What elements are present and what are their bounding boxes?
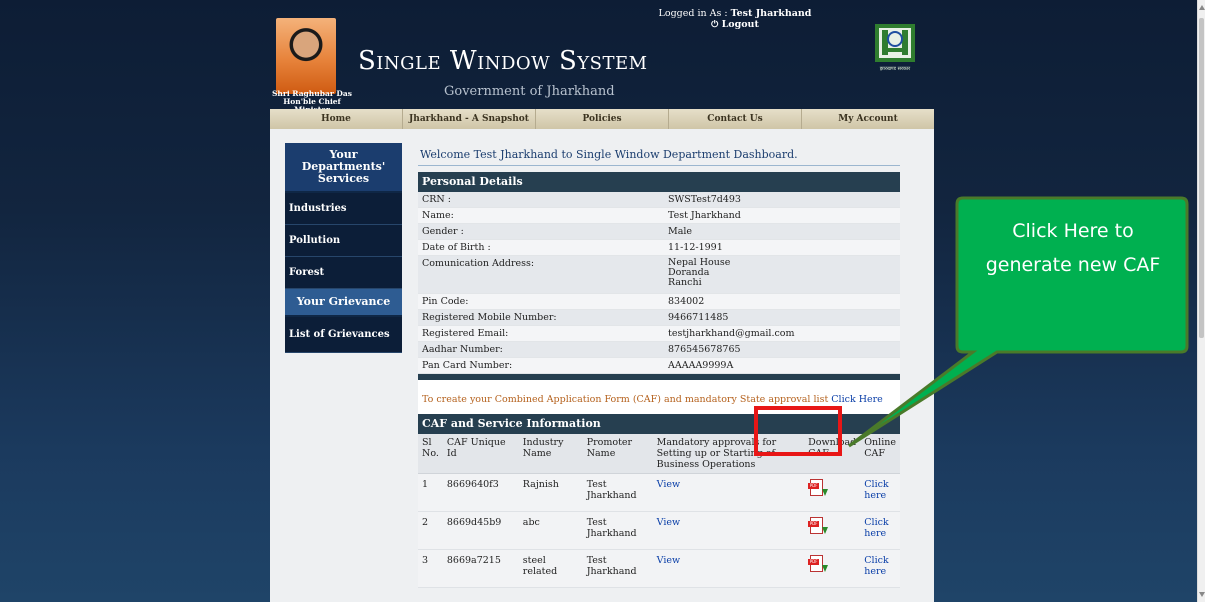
cell-caf-id: 8669640f3 [442, 473, 519, 512]
table-row: Name: Test Jharkhand [418, 207, 900, 224]
pdf-download-icon[interactable]: PDF [808, 479, 829, 499]
logout-label: Logout [721, 19, 759, 30]
field-label: CRN : [418, 192, 664, 208]
table-row: Gender : Male [418, 223, 900, 240]
callout-text: Click Here to generate new CAF [985, 220, 1161, 276]
field-label: Comunication Address: [418, 255, 664, 294]
cell-caf-id: 8669d45b9 [442, 511, 519, 550]
view-approvals-link[interactable]: View [657, 555, 681, 566]
field-label: Pin Code: [418, 293, 664, 310]
field-label: Registered Mobile Number: [418, 309, 664, 326]
table-row: Aadhar Number: 876545678765 [418, 341, 900, 358]
table-row: Pan Card Number: AAAAA9999A [418, 357, 900, 374]
col-caf-id: CAF Unique Id [442, 434, 519, 474]
cell-promoter: Test Jharkhand [582, 511, 653, 550]
online-caf-link[interactable]: Click here [864, 479, 888, 501]
sidebar-item-forest[interactable]: Forest [285, 257, 402, 289]
sidebar-header-grievance: Your Grievance [285, 289, 402, 317]
nav-contact-us[interactable]: Contact Us [669, 109, 802, 129]
online-caf-link[interactable]: Click here [864, 517, 888, 539]
nav-policies[interactable]: Policies [536, 109, 669, 129]
scroll-up-icon[interactable] [1199, 5, 1205, 10]
cell-promoter: Test Jharkhand [582, 549, 653, 588]
caf-note-text: To create your Combined Application Form… [422, 394, 832, 405]
jharkhand-emblem-icon: झारखण्ड सरकार [867, 20, 923, 76]
scroll-down-icon[interactable] [1199, 592, 1205, 597]
cell-industry: steel related [518, 549, 583, 588]
table-row: Date of Birth :11-12-1991 [418, 239, 900, 256]
online-caf-link[interactable]: Click here [864, 555, 888, 577]
instruction-callout: Click Here to generate new CAF [848, 196, 1189, 448]
pdf-download-icon[interactable]: PDF [808, 555, 829, 575]
cell-sl: 3 [418, 549, 443, 588]
field-label: Aadhar Number: [418, 341, 664, 358]
click-here-highlight [754, 406, 842, 456]
chief-minister-photo [276, 18, 336, 94]
welcome-message: Welcome Test Jharkhand to Single Window … [418, 143, 900, 166]
field-label: Registered Email: [418, 325, 664, 342]
sidebar-item-industries[interactable]: Industries [285, 193, 402, 225]
table-row: Pin Code: 834002 [418, 293, 900, 310]
sidebar-item-pollution[interactable]: Pollution [285, 225, 402, 257]
table-row: 1 8669640f3 Rajnish Test Jharkhand View … [418, 473, 900, 512]
page-scrollbar[interactable] [1197, 0, 1205, 602]
power-icon: ⏻ [711, 20, 719, 30]
field-label: Name: [418, 207, 664, 224]
cell-promoter: Test Jharkhand [582, 473, 653, 512]
nav-jharkhand-snapshot[interactable]: Jharkhand - A Snapshot [403, 109, 536, 129]
dashboard-content: Welcome Test Jharkhand to Single Window … [418, 143, 900, 588]
cell-caf-id: 8669a7215 [442, 549, 519, 588]
cell-sl: 1 [418, 473, 443, 512]
site-header: Shri Raghubar Das Hon'ble Chief Minister… [270, 0, 934, 114]
col-industry-name: Industry Name [518, 434, 583, 474]
cell-industry: Rajnish [518, 473, 583, 512]
table-row: 3 8669a7215 steel related Test Jharkhand… [418, 549, 900, 588]
logged-in-label: Logged in As : [658, 8, 731, 19]
table-row: CRN : SWSTest7d493 [418, 192, 900, 208]
personal-details-header: Personal Details [418, 172, 900, 192]
main-nav: Home Jharkhand - A Snapshot Policies Con… [270, 109, 934, 129]
sidebar-header-departments: Your Departments' Services [285, 143, 402, 193]
site-title: Single Window System [358, 46, 648, 76]
main-panel: Your Departments' Services Industries Po… [270, 129, 934, 602]
logout-link[interactable]: ⏻ Logout [711, 19, 759, 30]
logo-caption: झारखण्ड सरकार [879, 66, 911, 72]
table-row: Comunication Address: Nepal House Dorand… [418, 255, 900, 294]
sidebar-item-list-of-grievances[interactable]: List of Grievances [285, 317, 402, 353]
sidebar: Your Departments' Services Industries Po… [285, 143, 402, 353]
cell-sl: 2 [418, 511, 443, 550]
view-approvals-link[interactable]: View [657, 479, 681, 490]
scrollbar-thumb[interactable] [1199, 18, 1204, 338]
table-row: Registered Mobile Number: 9466711485 [418, 309, 900, 326]
cell-industry: abc [518, 511, 583, 550]
login-status: Logged in As : Test Jharkhand ⏻ Logout [655, 8, 815, 31]
personal-details-table: CRN : SWSTest7d493 Name: Test Jharkhand Ge… [418, 192, 900, 374]
field-label: Date of Birth : [418, 239, 664, 256]
field-label: Gender : [418, 223, 664, 240]
col-sl-no: Sl No. [418, 434, 443, 474]
table-row: 2 8669d45b9 abc Test Jharkhand View PDF … [418, 511, 900, 550]
view-approvals-link[interactable]: View [657, 517, 681, 528]
nav-my-account[interactable]: My Account [802, 109, 934, 129]
nav-home[interactable]: Home [270, 109, 403, 129]
col-promoter-name: Promoter Name [582, 434, 653, 474]
field-label: Pan Card Number: [418, 357, 664, 374]
caf-table: Sl No. CAF Unique Id Industry Name Promo… [418, 434, 900, 588]
site-subtitle: Government of Jharkhand [444, 84, 615, 99]
logged-in-user: Test Jharkhand [730, 8, 812, 19]
table-row: Registered Email: testjharkhand@gmail.com [418, 325, 900, 342]
pdf-download-icon[interactable]: PDF [808, 517, 829, 537]
